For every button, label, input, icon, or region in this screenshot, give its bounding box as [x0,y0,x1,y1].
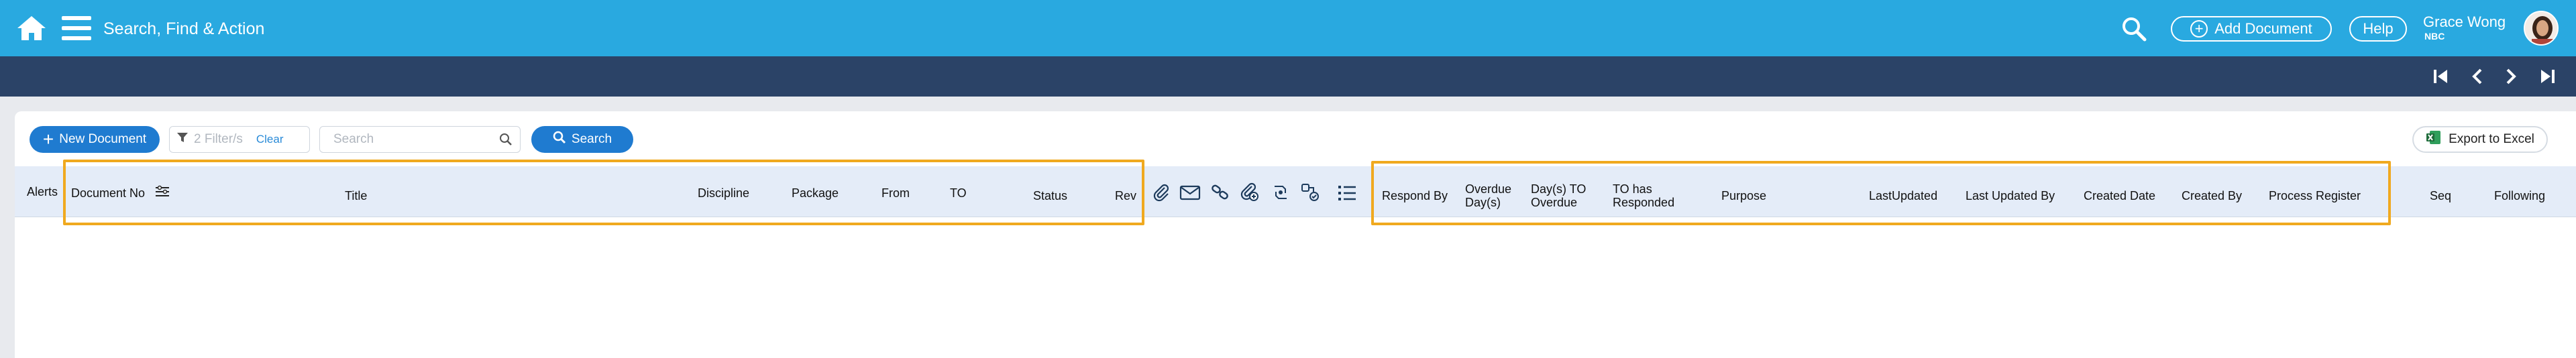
home-icon[interactable] [16,15,47,42]
last-page-icon[interactable] [2536,64,2560,88]
search-placeholder: Search [333,132,374,146]
plus-circle-icon: + [2190,20,2208,38]
add-document-label: Add Document [2214,20,2312,37]
first-page-icon[interactable] [2428,64,2453,88]
col-purpose[interactable]: Purpose [1721,189,1766,202]
col-overdue-days-line2: Day(s) [1465,196,1501,209]
help-button[interactable]: Help [2349,16,2407,42]
col-created-date[interactable]: Created Date [2084,189,2155,202]
next-page-icon[interactable] [2498,64,2522,88]
col-following[interactable]: Following [2494,189,2545,202]
filter-count: 2 Filter/s [194,132,243,146]
col-days-to-overdue[interactable]: Day(s) TO Overdue [1531,182,1586,209]
export-label: Export to Excel [2449,132,2534,146]
menu-icon[interactable] [62,16,91,40]
col-created-by[interactable]: Created By [2182,189,2242,202]
page-title: Search, Find & Action [103,19,265,38]
col-to-has-responded[interactable]: TO has Responded [1613,182,1674,209]
col-overdue-days[interactable]: Overdue Day(s) [1465,182,1511,209]
workflow-icon[interactable] [1300,182,1320,202]
col-to-has-responded-line2: Responded [1613,196,1675,209]
col-overdue-days-line1: Overdue [1465,182,1512,196]
col-process-register[interactable]: Process Register [2269,189,2361,202]
col-to[interactable]: TO [950,186,967,200]
nav-bar [0,56,2576,97]
link-icon[interactable] [1210,182,1230,202]
search-icon[interactable] [2121,16,2147,42]
column-settings-icon[interactable] [154,184,170,202]
col-status[interactable]: Status [1033,189,1067,202]
avatar[interactable] [2524,11,2559,46]
mail-icon[interactable] [1179,182,1201,202]
export-to-excel-button[interactable]: Export to Excel [2412,126,2548,153]
new-document-button[interactable]: + New Document [30,126,160,153]
filter-icon [176,131,189,147]
transmittal-icon[interactable] [1271,182,1291,202]
col-package[interactable]: Package [792,186,839,200]
col-title[interactable]: Title [345,189,367,202]
clear-filters-link[interactable]: Clear [256,133,284,146]
col-seq[interactable]: Seq [2430,189,2451,202]
search-input[interactable]: Search [319,126,521,153]
col-last-updated[interactable]: LastUpdated [1869,189,1937,202]
new-document-label: New Document [59,132,147,146]
col-to-has-responded-line1: TO has [1613,182,1652,196]
search-icon [498,132,513,151]
col-document-no[interactable]: Document No [71,186,145,200]
col-last-updated-by[interactable]: Last Updated By [1966,189,2055,202]
prev-page-icon[interactable] [2466,64,2490,88]
filter-dropdown[interactable]: 2 Filter/s Clear [169,126,310,153]
top-bar: Search, Find & Action + Add Document Hel… [0,0,2576,56]
search-button-label: Search [571,132,612,146]
search-icon [553,131,566,148]
col-discipline[interactable]: Discipline [698,186,749,200]
col-days-to-overdue-line2: Overdue [1531,196,1578,209]
col-rev[interactable]: Rev [1115,189,1136,202]
add-document-button[interactable]: + Add Document [2171,16,2332,42]
linked-attachment-icon[interactable] [1240,182,1260,202]
user-name: Grace Wong [2423,13,2506,30]
search-button[interactable]: Search [531,126,633,153]
col-days-to-overdue-line1: Day(s) TO [1531,182,1587,196]
col-from[interactable]: From [881,186,910,200]
list-icon[interactable] [1336,182,1356,202]
user-org: NBC [2424,31,2445,42]
col-respond-by[interactable]: Respond By [1382,189,1448,202]
excel-icon [2426,129,2442,150]
attachment-icon[interactable] [1151,182,1171,202]
col-alerts[interactable]: Alerts [27,185,58,198]
plus-icon: + [42,129,54,150]
